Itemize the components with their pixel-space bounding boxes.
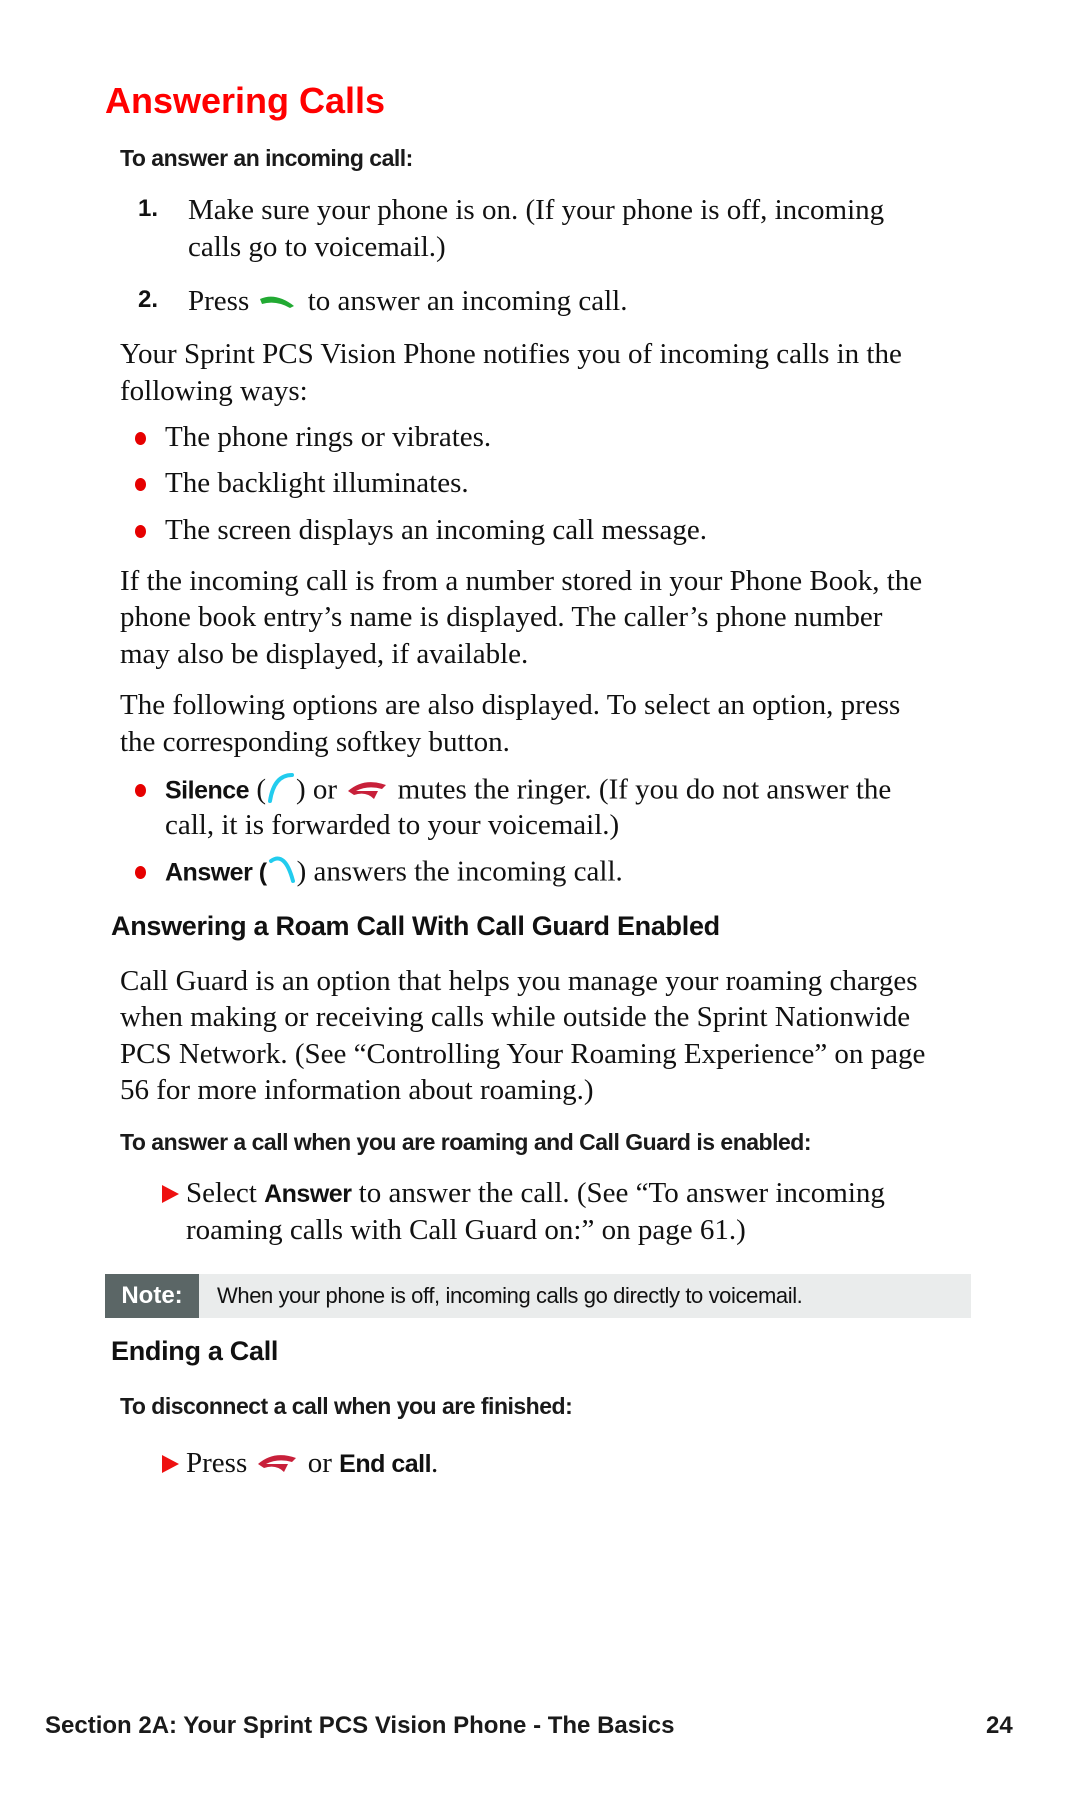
bullet-icon [135,432,146,450]
option-text: mutes the ringer. (If you do not answer … [397,773,892,806]
paren: ( [256,773,266,806]
arrow-bullet-icon [162,1455,179,1478]
paragraph: may also be displayed, if available. [120,638,529,670]
footer-section: Section 2A: Your Sprint PCS Vision Phone… [45,1712,675,1739]
step-number: 1. [138,195,159,222]
step-number: 2. [138,286,159,313]
bullet-icon [135,525,146,543]
answer-keyword: Answer ( [165,858,267,887]
step-text: to answer an incoming call. [307,285,628,317]
paragraph: 56 for more information about roaming.) [120,1074,594,1106]
option-text: ) answers the incoming call. [296,855,623,888]
answer-keyword: Answer [264,1180,352,1208]
end-call-step: Press or End call. [186,1445,438,1484]
bullet-text: The screen displays an incoming call mes… [165,514,707,546]
step-text: Press [186,1447,248,1479]
step-text: Select [186,1177,257,1209]
step-text: to answer the call. (See “To answer inco… [358,1177,885,1209]
paragraph: the corresponding softkey button. [120,726,510,758]
paragraph: PCS Network. (See “Controlling Your Roam… [120,1038,926,1070]
bullet-text: The phone rings or vibrates. [165,421,492,453]
paragraph: If the incoming call is from a number st… [120,565,923,597]
paragraph: Your Sprint PCS Vision Phone notifies yo… [120,338,902,370]
section-heading: Answering a Roam Call With Call Guard En… [111,911,720,941]
option-answer: Answer ( ) answers the incoming call. [165,853,623,895]
step-2: Press to answer an incoming call. [188,283,627,322]
bullet-icon [135,784,146,802]
subheading-answer: To answer an incoming call: [120,145,413,171]
talk-key-icon [256,285,300,322]
page-number: 24 [986,1712,1013,1739]
end-call-keyword: End call [339,1450,432,1478]
step-text: Make sure your phone is on. (If your pho… [188,194,885,226]
subheading-disconnect: To disconnect a call when you are finish… [120,1393,573,1419]
step-text: roaming calls with Call Guard on:” on pa… [186,1214,746,1246]
bullet-text: The backlight illuminates. [165,467,469,499]
silence-keyword: Silence [165,776,250,805]
step-text: calls go to voicemail.) [188,231,446,263]
note-text: When your phone is off, incoming calls g… [217,1283,803,1308]
bullet-icon [135,478,146,496]
paren: ) or [295,773,338,806]
paragraph: phone book entry’s name is displayed. Th… [120,601,883,633]
bullet-icon [135,866,146,884]
end-key-icon [344,774,390,811]
step-text: Press [188,285,250,317]
note-box: Note: When your phone is off, incoming c… [105,1274,971,1318]
note-label: Note: [105,1274,199,1318]
subheading-roaming: To answer a call when you are roaming an… [120,1129,811,1155]
period: . [431,1447,439,1479]
arrow-bullet-icon [162,1185,179,1208]
page-title: Answering Calls [105,80,386,121]
paragraph: Call Guard is an option that helps you m… [120,965,918,997]
end-key-icon [254,1447,300,1484]
paragraph: when making or receiving calls while out… [120,1001,911,1033]
option-text: call, it is forwarded to your voicemail.… [165,809,620,841]
paragraph: The following options are also displayed… [120,689,901,721]
section-heading: Ending a Call [111,1336,279,1366]
step-text: or [307,1447,332,1479]
paragraph: following ways: [120,375,308,407]
right-softkey-icon [267,853,297,895]
roaming-step: Select Answer to answer the call. (See “… [186,1175,885,1213]
